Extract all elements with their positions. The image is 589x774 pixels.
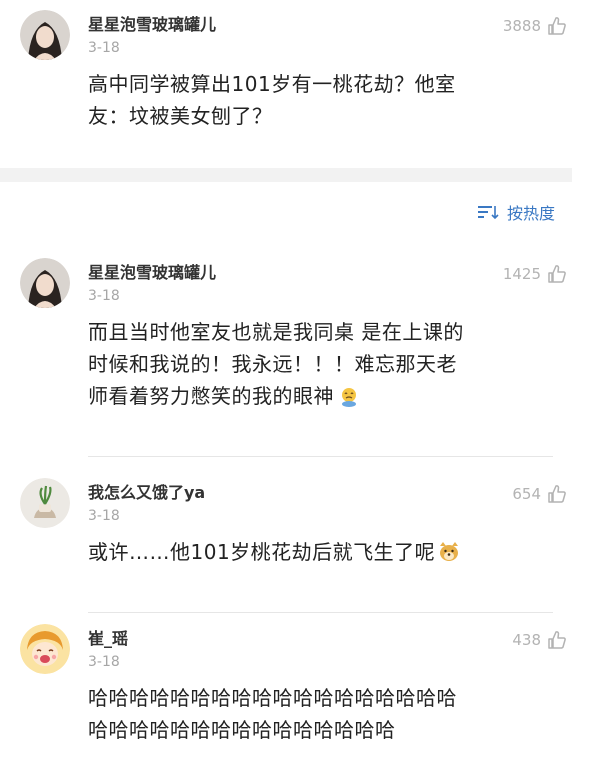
avatar[interactable] (20, 258, 70, 308)
doge-emoji-icon (440, 542, 459, 561)
like-button[interactable]: 438 (512, 624, 567, 650)
weibo-comment-page: 星星泡雪玻璃罐儿 3-18 3888 高中同学被算出101岁有一桃花劫？他室 友… (0, 0, 589, 774)
comment-item: 崔_瑶 3-18 438 哈哈哈哈哈哈哈哈哈哈哈哈哈哈哈哈哈哈 哈哈哈哈哈哈哈哈… (20, 624, 567, 746)
sort-label: 按热度 (506, 204, 555, 223)
thumbs-up-icon (548, 17, 566, 35)
avatar[interactable] (20, 624, 70, 674)
sort-icon (477, 206, 499, 220)
post-date: 3-18 (88, 40, 120, 56)
author-name[interactable]: 星星泡雪玻璃罐儿 (88, 262, 503, 284)
comment-text-line: 或许……他101岁桃花劫后就飞生了呢 (88, 536, 545, 568)
post-text: 高中同学被算出101岁有一桃花劫？他室 友：坟被美女刨了？ (88, 68, 545, 132)
comment-meta: 我怎么又饿了ya 3-18 (88, 478, 512, 526)
comment-date: 3-18 (88, 654, 120, 670)
comment-date: 3-18 (88, 288, 120, 304)
comment-date: 3-18 (88, 508, 120, 524)
comment-separator (88, 612, 553, 613)
comment-header: 崔_瑶 3-18 438 (20, 624, 567, 674)
user-avatar-icon (20, 10, 70, 60)
user-avatar-icon (20, 258, 70, 308)
post-text-line: 高中同学被算出101岁有一桃花劫？他室 (88, 72, 456, 96)
comment-text-line: 时候和我说的！我永远！！！难忘那天老 (88, 352, 457, 376)
comment-text-line: 而且当时他室友也就是我同桌 是在上课的 (88, 320, 464, 344)
avatar[interactable] (20, 10, 70, 60)
like-button[interactable]: 1425 (503, 258, 567, 284)
post-text-line: 友：坟被美女刨了？ (88, 104, 273, 128)
author-name[interactable]: 崔_瑶 (88, 628, 512, 650)
thumbs-up-icon (548, 631, 566, 649)
like-count: 654 (512, 485, 541, 503)
comment-text-line: 哈哈哈哈哈哈哈哈哈哈哈哈哈哈哈哈哈哈 (88, 686, 457, 710)
crying-face-emoji-icon (342, 388, 356, 407)
sort-button[interactable]: 按热度 (477, 200, 555, 224)
comment-header: 我怎么又饿了ya 3-18 654 (20, 478, 567, 528)
like-count: 438 (512, 631, 541, 649)
post-meta: 星星泡雪玻璃罐儿 3-18 (88, 10, 503, 58)
thumbs-up-icon (548, 485, 566, 503)
like-button[interactable]: 3888 (503, 10, 567, 36)
comment-meta: 星星泡雪玻璃罐儿 3-18 (88, 258, 503, 306)
comment-meta: 崔_瑶 3-18 (88, 624, 512, 672)
comment-item: 星星泡雪玻璃罐儿 3-18 1425 而且当时他室友也就是我同桌 是在上课的 时… (20, 258, 567, 412)
comment-text: 而且当时他室友也就是我同桌 是在上课的 时候和我说的！我永远！！！难忘那天老 师… (88, 316, 545, 412)
comment-text-line: 师看着努力憋笑的我的眼神 (88, 380, 545, 412)
comment-separator (88, 456, 553, 457)
like-count: 1425 (502, 265, 541, 283)
comment-text: 或许……他101岁桃花劫后就飞生了呢 (88, 536, 545, 568)
author-name[interactable]: 星星泡雪玻璃罐儿 (88, 14, 503, 36)
original-post: 星星泡雪玻璃罐儿 3-18 3888 高中同学被算出101岁有一桃花劫？他室 友… (0, 0, 589, 168)
plant-avatar-icon (20, 478, 70, 528)
comment-header: 星星泡雪玻璃罐儿 3-18 1425 (20, 258, 567, 308)
comment-text-segment: 师看着努力憋笑的我的眼神 (88, 384, 334, 408)
post-header: 星星泡雪玻璃罐儿 3-18 3888 (20, 10, 567, 60)
cartoon-avatar-icon (20, 624, 70, 674)
comment-text-segment: 或许……他101岁桃花劫后就飞生了呢 (88, 540, 436, 564)
like-button[interactable]: 654 (512, 478, 567, 504)
avatar[interactable] (20, 478, 70, 528)
comment-item: 我怎么又饿了ya 3-18 654 或许……他101岁桃花劫后就飞生了呢 (20, 478, 567, 568)
like-count: 3888 (502, 17, 541, 35)
section-divider (0, 168, 572, 182)
author-name[interactable]: 我怎么又饿了ya (88, 482, 512, 504)
comment-text: 哈哈哈哈哈哈哈哈哈哈哈哈哈哈哈哈哈哈 哈哈哈哈哈哈哈哈哈哈哈哈哈哈哈 (88, 682, 567, 746)
comment-text-line: 哈哈哈哈哈哈哈哈哈哈哈哈哈哈哈 (88, 718, 396, 742)
thumbs-up-icon (548, 265, 566, 283)
